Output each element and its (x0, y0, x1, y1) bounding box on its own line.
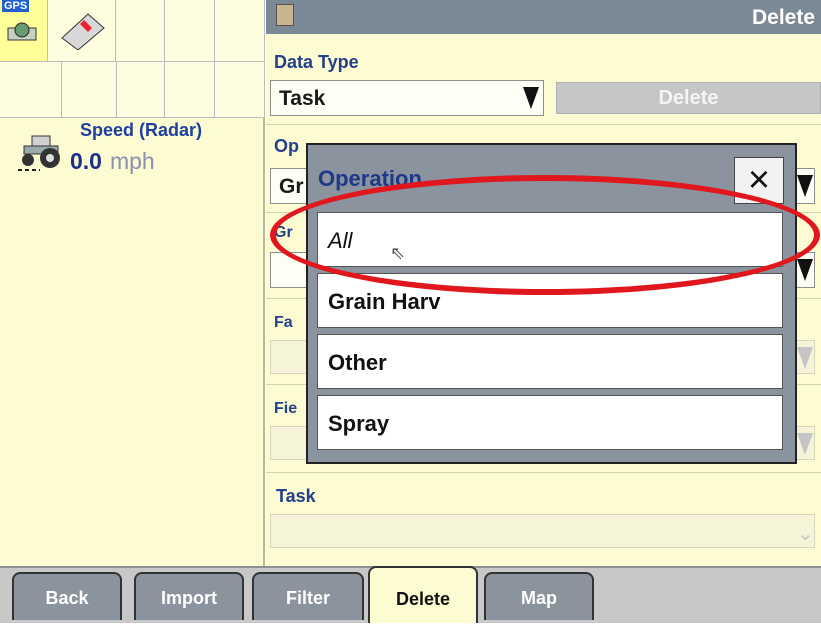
highlight-ellipse (270, 175, 820, 295)
gps-antenna-icon (7, 22, 37, 41)
field-label: Fie (274, 400, 298, 417)
tab-import[interactable]: Import (134, 572, 244, 620)
task-label: Task (276, 486, 316, 506)
status-cell-empty[interactable] (0, 62, 62, 118)
divider (266, 124, 821, 125)
chevron-down-icon: ⌄ (797, 523, 814, 545)
gps-status-cell[interactable]: GPS (0, 0, 48, 62)
tab-filter[interactable]: Filter (252, 572, 364, 620)
data-type-select[interactable]: Task (270, 80, 544, 116)
status-cell-empty[interactable] (117, 62, 165, 118)
speed-unit: mph (109, 148, 155, 174)
implement-icon (61, 13, 105, 50)
status-cell-empty[interactable] (165, 0, 215, 62)
dropdown-arrow-icon (797, 347, 813, 369)
status-grid: GPS (0, 0, 265, 118)
dropdown-arrow-icon (523, 87, 539, 109)
delete-button[interactable]: Delete (556, 82, 821, 114)
dropdown-arrow-icon (797, 433, 813, 455)
divider (266, 472, 821, 473)
speed-readout: 0.0 mph (70, 148, 155, 175)
page-title: Delete (751, 6, 815, 29)
tractor-icon (18, 135, 60, 171)
status-cell-empty[interactable] (215, 62, 265, 118)
status-cell-empty[interactable] (165, 62, 215, 118)
title-bar (266, 0, 821, 34)
speed-value: 0.0 (70, 148, 102, 174)
dropdown-arrow-icon (797, 259, 813, 281)
data-type-label: Data Type (274, 52, 359, 72)
operation-label: Op (274, 136, 299, 156)
operation-value: Gr (279, 175, 304, 198)
status-cell-empty[interactable] (116, 0, 165, 62)
farm-label: Fa (274, 314, 293, 331)
tab-map[interactable]: Map (484, 572, 594, 620)
task-select[interactable]: ⌄ (270, 514, 815, 548)
data-management-icon (276, 4, 294, 26)
option-other[interactable]: Other (317, 334, 783, 389)
tab-delete[interactable]: Delete (368, 566, 478, 623)
gps-label: GPS (2, 0, 30, 12)
data-type-value: Task (279, 87, 326, 110)
status-cell-empty[interactable] (215, 0, 265, 62)
speed-label: Speed (Radar) (80, 120, 203, 140)
implement-status-cell[interactable] (48, 0, 116, 62)
option-spray[interactable]: Spray (317, 395, 783, 450)
status-cell-empty[interactable] (62, 62, 117, 118)
dropdown-arrow-icon (797, 175, 813, 197)
tab-back[interactable]: Back (12, 572, 122, 620)
